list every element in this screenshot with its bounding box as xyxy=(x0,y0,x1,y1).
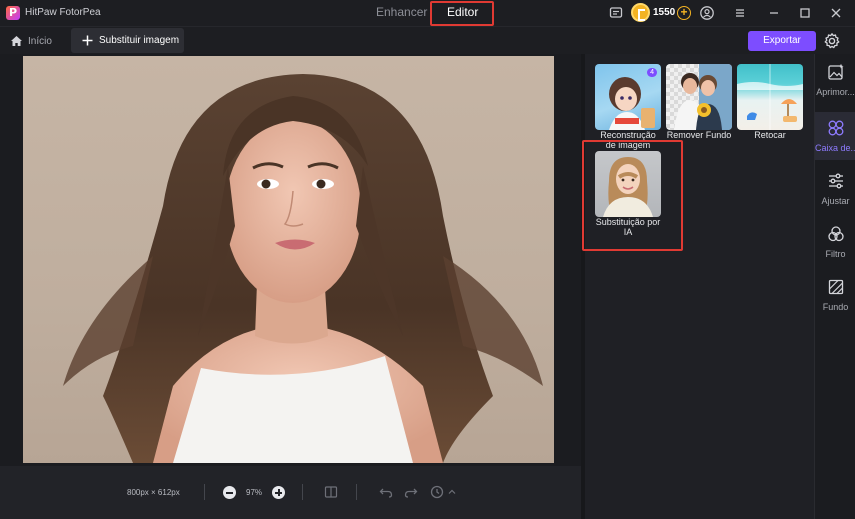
editor-tab-highlight xyxy=(430,1,494,26)
selected-tool-highlight xyxy=(582,140,683,251)
tool-thumbnail xyxy=(737,64,803,130)
zoom-in-icon[interactable] xyxy=(272,486,285,499)
app-logo-icon xyxy=(6,6,20,20)
replace-image-tab[interactable]: Substituir imagem xyxy=(71,28,184,53)
tools-panel: 4 Reconstrução de imagem Remover Fundo R… xyxy=(585,54,814,519)
nav-label: Filtro xyxy=(825,249,846,259)
background-icon xyxy=(828,279,844,295)
tool-retouch[interactable]: Retocar xyxy=(737,64,803,141)
sliders-icon xyxy=(829,173,843,189)
plus-icon xyxy=(82,35,93,46)
app-title: HitPaw FotorPea xyxy=(25,7,101,18)
settings-gear-icon[interactable] xyxy=(823,32,841,50)
history-icon[interactable] xyxy=(429,484,445,500)
title-bar: HitPaw FotorPea Enhancer Editor 1550 + xyxy=(0,0,855,26)
export-button[interactable]: Exportar xyxy=(748,31,816,51)
zoom-out-icon[interactable] xyxy=(223,486,236,499)
tool-image-reconstruction[interactable]: 4 Reconstrução de imagem xyxy=(595,64,661,150)
home-button[interactable]: Início xyxy=(10,31,52,51)
filter-icon xyxy=(828,226,844,242)
tool-remove-background[interactable]: Remover Fundo xyxy=(666,64,732,141)
canvas-area[interactable] xyxy=(0,54,581,466)
home-label: Início xyxy=(28,35,52,47)
portrait-illustration xyxy=(63,74,543,463)
tab-enhancer[interactable]: Enhancer xyxy=(376,5,427,19)
zoom-level: 97% xyxy=(246,488,263,497)
undo-icon[interactable] xyxy=(378,484,394,500)
coin-count: 1550 xyxy=(653,7,676,18)
home-icon xyxy=(11,36,22,46)
toolbox-icon xyxy=(828,120,844,136)
separator xyxy=(356,484,357,500)
canvas-bottom-bar: 800px × 612px 97% xyxy=(0,466,581,519)
maximize-icon[interactable] xyxy=(797,5,813,21)
nav-item-background[interactable]: Fundo xyxy=(815,271,855,319)
toolbar: Início Substituir imagem Exportar xyxy=(0,26,855,54)
version-badge: 4 xyxy=(647,68,657,77)
side-navigation: Aprimor... Caixa de... Ajustar Filtro Fu… xyxy=(814,54,855,519)
nav-item-enhance[interactable]: Aprimor... xyxy=(815,56,855,104)
close-icon[interactable] xyxy=(828,5,844,21)
separator xyxy=(302,484,303,500)
nav-item-adjust[interactable]: Ajustar xyxy=(815,165,855,213)
image-dimensions: 800px × 612px xyxy=(127,488,180,497)
couple-thumbnail xyxy=(674,64,732,130)
minimize-icon[interactable] xyxy=(766,5,782,21)
menu-icon[interactable] xyxy=(732,5,748,21)
nav-label: Aprimor... xyxy=(816,87,855,97)
add-coins-icon[interactable]: + xyxy=(677,6,691,20)
tool-label: Retocar xyxy=(754,130,786,140)
tool-thumbnail xyxy=(666,64,732,130)
tool-thumbnail: 4 xyxy=(595,64,661,130)
nav-label: Fundo xyxy=(822,302,849,312)
chevron-up-icon[interactable] xyxy=(444,484,460,500)
account-icon[interactable] xyxy=(699,5,715,21)
image-enhance-icon xyxy=(828,63,844,80)
nav-item-toolbox[interactable]: Caixa de... xyxy=(815,112,855,160)
separator xyxy=(204,484,205,500)
replace-image-label: Substituir imagem xyxy=(99,35,180,46)
feedback-icon[interactable] xyxy=(608,5,624,21)
nav-item-filter[interactable]: Filtro xyxy=(815,218,855,266)
compare-icon[interactable] xyxy=(323,484,339,500)
portrait-photo[interactable] xyxy=(23,56,554,463)
coin-balance[interactable]: 1550 + xyxy=(631,3,691,23)
coin-icon xyxy=(631,3,650,22)
beach-thumbnail xyxy=(737,64,803,130)
redo-icon[interactable] xyxy=(403,484,419,500)
nav-label: Caixa de... xyxy=(815,143,855,153)
nav-label: Ajustar xyxy=(821,196,850,206)
